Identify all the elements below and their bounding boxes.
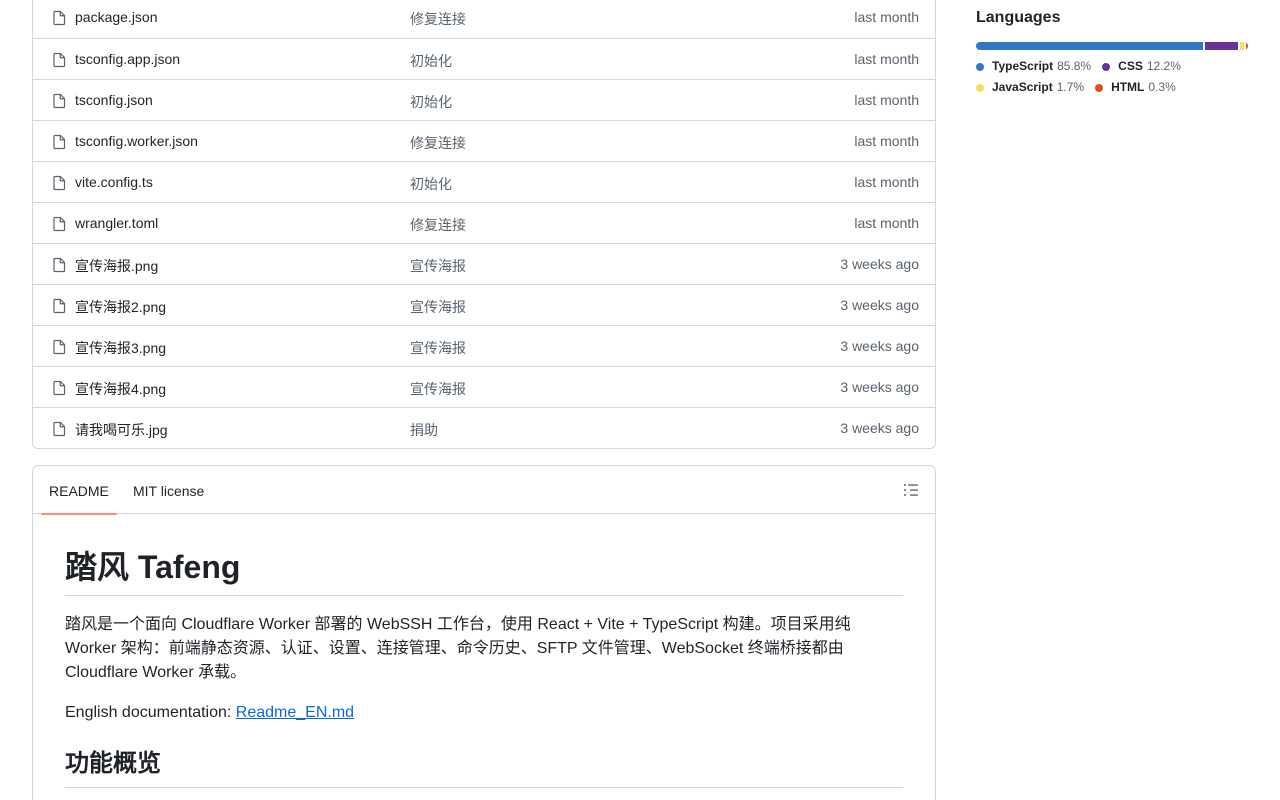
commit-message-link[interactable]: 宣传海报 <box>410 297 466 317</box>
tab-mit-license[interactable]: MIT license <box>125 466 212 514</box>
file-row[interactable]: 宣传海报2.png 宣传海报 3 weeks ago <box>33 285 935 326</box>
file-name-link[interactable]: tsconfig.json <box>75 92 153 108</box>
commit-message-link[interactable]: 初始化 <box>410 174 452 194</box>
commit-date: last month <box>854 133 919 149</box>
commit-message-link[interactable]: 初始化 <box>410 92 452 112</box>
file-name-link[interactable]: tsconfig.worker.json <box>75 133 198 149</box>
commit-date: last month <box>854 51 919 67</box>
file-icon <box>51 380 67 396</box>
commit-date: last month <box>854 174 919 190</box>
tab-readme[interactable]: README <box>41 466 117 515</box>
file-row[interactable]: 请我喝可乐.jpg 捐助 3 weeks ago <box>33 408 935 448</box>
language-percent: 0.3% <box>1148 80 1176 94</box>
file-row[interactable]: 宣传海报4.png 宣传海报 3 weeks ago <box>33 367 935 408</box>
file-name-link[interactable]: 宣传海报3.png <box>75 338 166 358</box>
language-name: JavaScript <box>992 80 1053 94</box>
language-bar-segment-typescript <box>976 42 1204 50</box>
readme-intro: 踏风是一个面向 Cloudflare Worker 部署的 WebSSH 工作台… <box>65 616 851 681</box>
commit-date: 3 weeks ago <box>840 379 919 395</box>
readme-title: 踏风 Tafeng <box>65 547 903 596</box>
language-percent: 1.7% <box>1056 80 1085 94</box>
file-name-link[interactable]: 宣传海报4.png <box>75 379 166 399</box>
file-icon <box>51 134 67 150</box>
file-name-link[interactable]: wrangler.toml <box>75 215 158 231</box>
file-icon <box>51 216 67 232</box>
language-color-dot <box>976 83 984 92</box>
commit-message-link[interactable]: 捐助 <box>410 420 438 440</box>
file-icon <box>51 52 67 68</box>
file-icon <box>51 93 67 109</box>
language-bar <box>976 42 1248 50</box>
readme-en-link[interactable]: Readme_EN.md <box>236 704 354 721</box>
file-row[interactable]: tsconfig.json 初始化 last month <box>33 80 935 121</box>
language-item-typescript[interactable]: TypeScript 85.8% <box>976 56 1091 77</box>
commit-message-link[interactable]: 修复连接 <box>410 215 466 235</box>
file-name-link[interactable]: vite.config.ts <box>75 174 153 190</box>
file-row[interactable]: package.json 修复连接 last month <box>33 0 935 39</box>
file-icon <box>51 10 67 26</box>
language-item-css[interactable]: CSS 12.2% <box>1102 56 1181 77</box>
readme-tab-bar: README MIT license <box>33 466 935 515</box>
readme-panel: README MIT license 踏风 Tafeng 踏风是一个面向 Clo… <box>32 465 936 800</box>
language-bar-segment-javascript <box>1239 42 1244 50</box>
commit-message-link[interactable]: 初始化 <box>410 51 452 71</box>
file-name-link[interactable]: package.json <box>75 9 158 25</box>
file-name-link[interactable]: tsconfig.app.json <box>75 51 180 67</box>
file-icon <box>51 421 67 437</box>
commit-date: 3 weeks ago <box>840 420 919 436</box>
file-row[interactable]: 宣传海报3.png 宣传海报 3 weeks ago <box>33 326 935 367</box>
languages-title: Languages <box>976 9 1061 26</box>
commit-date: last month <box>854 215 919 231</box>
language-item-html[interactable]: HTML 0.3% <box>1095 77 1176 98</box>
language-color-dot <box>1102 62 1111 71</box>
commit-date: last month <box>854 92 919 108</box>
language-color-dot <box>1095 83 1104 92</box>
feature-overview-heading: 功能概览 <box>65 749 903 788</box>
file-icon <box>51 298 67 314</box>
language-list: TypeScript 85.8% CSS 12.2% JavaScript 1.7% HTM… <box>976 56 1248 98</box>
file-row[interactable]: vite.config.ts 初始化 last month <box>33 162 935 203</box>
commit-date: 3 weeks ago <box>840 256 919 272</box>
file-row[interactable]: tsconfig.worker.json 修复连接 last month <box>33 121 935 162</box>
language-item-javascript[interactable]: JavaScript 1.7% <box>976 77 1084 98</box>
commit-date: 3 weeks ago <box>840 338 919 354</box>
file-icon <box>51 175 67 191</box>
file-table: package.json 修复连接 last month tsconfig.app.j… <box>32 0 936 449</box>
outline-list-icon[interactable] <box>903 482 919 498</box>
file-name-link[interactable]: 请我喝可乐.jpg <box>75 420 168 440</box>
language-color-dot <box>976 62 984 71</box>
commit-date: last month <box>854 9 919 25</box>
file-row[interactable]: 宣传海报.png 宣传海报 3 weeks ago <box>33 244 935 285</box>
file-icon <box>51 257 67 273</box>
language-percent: 12.2% <box>1146 59 1181 73</box>
file-row[interactable]: wrangler.toml 修复连接 last month <box>33 203 935 244</box>
language-name: TypeScript <box>992 59 1054 73</box>
commit-message-link[interactable]: 修复连接 <box>410 133 466 153</box>
language-name: HTML <box>1111 80 1145 94</box>
language-name: CSS <box>1118 59 1143 73</box>
file-row[interactable]: tsconfig.app.json 初始化 last month <box>33 39 935 80</box>
file-icon <box>51 339 67 355</box>
file-name-link[interactable]: 宣传海报.png <box>75 256 158 276</box>
commit-message-link[interactable]: 宣传海报 <box>410 256 466 276</box>
commit-date: 3 weeks ago <box>840 297 919 313</box>
language-bar-segment-html <box>1246 42 1248 50</box>
commit-message-link[interactable]: 宣传海报 <box>410 379 466 399</box>
languages-section: Languages TypeScript 85.8% CSS 12.2% JavaScr… <box>976 8 1248 98</box>
language-bar-segment-css <box>1205 42 1238 50</box>
english-doc-line: English documentation: Readme_EN.md <box>65 701 903 725</box>
file-name-link[interactable]: 宣传海报2.png <box>75 297 166 317</box>
commit-message-link[interactable]: 修复连接 <box>410 9 466 29</box>
language-percent: 85.8% <box>1057 59 1092 73</box>
readme-content: 踏风 Tafeng 踏风是一个面向 Cloudflare Worker 部署的 … <box>65 514 903 788</box>
repository-page: package.json 修复连接 last month tsconfig.app.j… <box>0 0 1280 800</box>
english-doc-label: English documentation: <box>65 704 236 721</box>
commit-message-link[interactable]: 宣传海报 <box>410 338 466 358</box>
